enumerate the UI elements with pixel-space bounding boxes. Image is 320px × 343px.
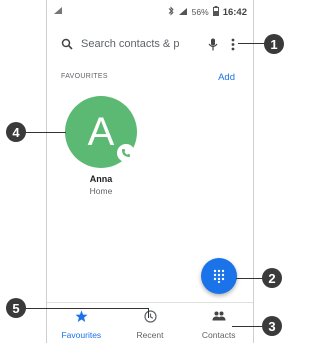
network-signal-icon <box>178 7 188 18</box>
more-options-icon[interactable] <box>223 34 243 54</box>
nav-favourites[interactable]: Favourites <box>47 303 116 343</box>
favourites-title: FAVOURITES <box>61 73 108 80</box>
search-icon[interactable] <box>57 34 77 54</box>
callout-leader-5 <box>24 308 148 309</box>
star-icon <box>74 309 88 323</box>
contact-name: Anna <box>89 174 113 184</box>
dialpad-icon <box>213 269 225 283</box>
battery-icon <box>212 6 219 18</box>
microphone-icon[interactable] <box>203 34 223 54</box>
signal-icon <box>53 6 63 17</box>
nav-label: Contacts <box>201 330 236 340</box>
search-input[interactable] <box>77 38 203 50</box>
nav-label: Favourites <box>61 330 102 340</box>
nav-contacts[interactable]: Contacts <box>184 303 253 343</box>
add-favourite-button[interactable]: Add <box>218 72 235 83</box>
bluetooth-icon <box>168 6 174 18</box>
dialpad-button[interactable] <box>201 258 237 294</box>
callout-1: 1 <box>264 34 284 54</box>
callout-leader-5-down <box>148 308 149 318</box>
callout-leader-4 <box>24 132 66 133</box>
callout-2: 2 <box>262 268 282 288</box>
phone-screen: 56% 16:42 FAVOURITES Add A Anna Home <box>46 0 254 343</box>
clock-time: 16:42 <box>222 6 247 18</box>
battery-percent: 56% <box>191 7 209 17</box>
people-icon <box>212 309 226 323</box>
search-bar[interactable] <box>57 32 243 56</box>
callout-4: 4 <box>6 122 26 142</box>
favourites-header: FAVOURITES Add <box>61 72 239 86</box>
callout-leader-3 <box>232 326 262 327</box>
nav-label: Recent <box>136 330 164 340</box>
nav-recent[interactable]: Recent <box>116 303 185 343</box>
contact-number-type: Home <box>89 186 113 196</box>
favourite-contact-card[interactable]: A Anna Home <box>65 96 137 200</box>
callout-3: 3 <box>262 316 282 336</box>
status-bar: 56% 16:42 <box>47 4 253 20</box>
callout-5: 5 <box>6 298 26 318</box>
phone-icon[interactable] <box>117 144 135 162</box>
clock-icon <box>143 309 157 323</box>
